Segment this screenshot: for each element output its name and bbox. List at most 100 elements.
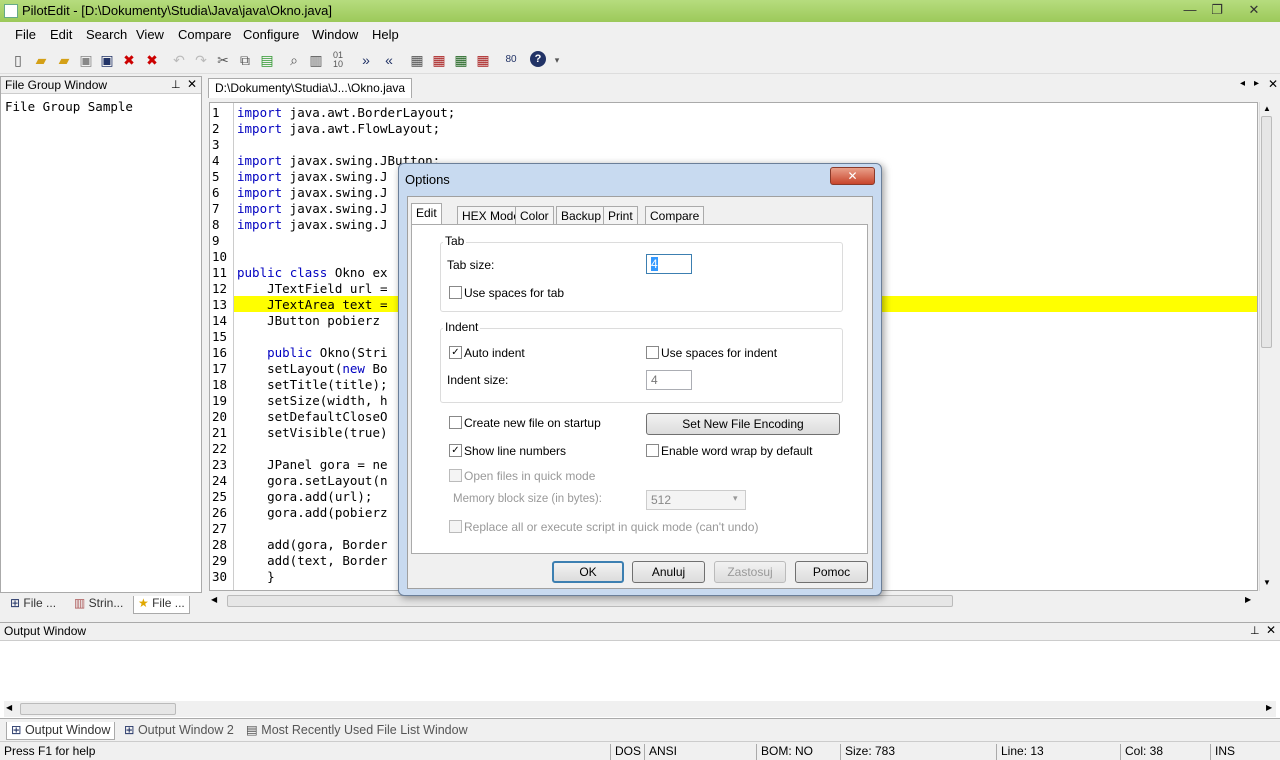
cut-icon[interactable]: ✂ (214, 51, 232, 69)
tab-size-input[interactable]: 4 (646, 254, 692, 274)
create-new-file-checkbox[interactable] (449, 416, 462, 429)
set-encoding-button[interactable]: Set New File Encoding (646, 413, 840, 435)
code-line: public class Okno ex (237, 265, 388, 280)
auto-indent-checkbox[interactable]: ✓ (449, 346, 462, 359)
indent-right-icon[interactable]: » (357, 51, 375, 69)
use-spaces-tab-checkbox[interactable] (449, 286, 462, 299)
output-scroll-thumb[interactable] (20, 703, 176, 715)
compare-next-icon[interactable]: ▦ (452, 51, 470, 69)
menu-edit[interactable]: Edit (50, 27, 72, 42)
undo-icon[interactable]: ↶ (170, 51, 188, 69)
show-line-numbers-label: Show line numbers (464, 444, 567, 458)
title-bar: PilotEdit - [D:\Dokumenty\Studia\Java\ja… (0, 0, 1280, 22)
minimize-button[interactable]: — (1176, 1, 1204, 19)
output-icon: ⊞ (11, 723, 25, 737)
tab-next-icon[interactable]: ▸ (1254, 78, 1259, 89)
tab-color[interactable]: Color (515, 206, 554, 224)
dialog-title: Options (405, 172, 450, 187)
tab-prev-icon[interactable]: ◂ (1240, 78, 1245, 89)
edit-tab-page: Tab Tab size: 4 Use spaces for tab Inden… (411, 224, 868, 554)
compare-stop-icon[interactable]: ▦ (474, 51, 492, 69)
close-file-icon[interactable]: ✖ (120, 51, 138, 69)
menu-configure[interactable]: Configure (243, 27, 299, 42)
editor-vertical-scrollbar[interactable]: ▲ ▼ (1259, 102, 1273, 591)
word-wrap-checkbox[interactable] (646, 444, 659, 457)
close-button[interactable]: ✕ (1240, 1, 1268, 19)
redo-icon[interactable]: ↷ (192, 51, 210, 69)
dialog-body: Edit HEX Mode Color Backup Print Compare… (407, 196, 873, 589)
apply-button[interactable]: Zastosuj (714, 561, 786, 583)
tab-file-group[interactable]: ⊞ File ... (6, 596, 60, 614)
copy-icon[interactable]: ⧉ (236, 51, 254, 69)
code-line: import javax.swing.J (237, 201, 388, 216)
menu-window[interactable]: Window (312, 27, 358, 42)
replace-icon[interactable]: ▥ (307, 51, 325, 69)
output-pin-icon[interactable]: ⊥ (1250, 624, 1260, 637)
list-icon: ▤ (246, 723, 262, 737)
maximize-button[interactable]: ❐ (1203, 1, 1231, 19)
menu-view[interactable]: View (136, 27, 164, 42)
quick-mode-checkbox[interactable] (449, 469, 462, 482)
menu-file[interactable]: File (15, 27, 36, 42)
tab-edit[interactable]: Edit (411, 203, 442, 225)
code-line: JTextArea text = (237, 297, 388, 312)
scroll-up-icon[interactable]: ▲ (1263, 104, 1271, 113)
indent-left-icon[interactable]: « (380, 51, 398, 69)
save-all-icon[interactable]: ▣ (98, 51, 116, 69)
scroll-left-icon[interactable]: ◀ (211, 595, 217, 604)
compare-icon[interactable]: ▦ (408, 51, 426, 69)
document-tab[interactable]: D:\Dokumenty\Studia\J...\Okno.java (208, 78, 413, 98)
vertical-scroll-thumb[interactable] (1261, 116, 1272, 348)
menu-compare[interactable]: Compare (178, 27, 231, 42)
line-number: 11 (212, 265, 228, 280)
scroll-right-icon[interactable]: ▶ (1245, 595, 1251, 604)
scroll-down-icon[interactable]: ▼ (1263, 578, 1271, 587)
tab-file-favorites[interactable]: ★ File ... (133, 596, 190, 614)
menu-help[interactable]: Help (372, 27, 399, 42)
code-line: JButton pobierz (237, 313, 388, 328)
code-line: import java.awt.FlowLayout; (237, 121, 441, 136)
line-number: 28 (212, 537, 228, 552)
tab-print[interactable]: Print (603, 206, 638, 224)
horizontal-scroll-thumb[interactable] (227, 595, 953, 607)
pin-icon[interactable]: ⊥ (171, 78, 181, 91)
use-spaces-indent-checkbox[interactable] (646, 346, 659, 359)
paste-icon[interactable]: ▤ (258, 51, 276, 69)
show-line-numbers-checkbox[interactable]: ✓ (449, 444, 462, 457)
ok-button[interactable]: OK (552, 561, 624, 583)
tab-compare[interactable]: Compare (645, 206, 705, 224)
memory-block-select[interactable]: 512 ▾ (646, 490, 746, 510)
code-line: gora.add(url); (237, 489, 373, 504)
menu-search[interactable]: Search (86, 27, 127, 42)
panel-close-icon[interactable]: ✕ (187, 77, 197, 91)
tab-close-icon[interactable]: ✕ (1268, 77, 1278, 91)
tab-output-window[interactable]: ⊞ Output Window (6, 722, 116, 740)
output-close-icon[interactable]: ✕ (1266, 623, 1276, 637)
new-file-icon[interactable]: ▯ (9, 51, 27, 69)
output-horizontal-scrollbar[interactable]: ◀ ▶ (4, 701, 1276, 717)
cancel-button[interactable]: Anuluj (632, 561, 705, 583)
tab-backup[interactable]: Backup (556, 206, 607, 224)
line-number: 21 (212, 425, 228, 440)
file-group-item[interactable]: File Group Sample (5, 99, 133, 114)
code-line: import javax.swing.J (237, 217, 388, 232)
toolbar-dropdown-icon[interactable]: ▾ (548, 51, 566, 69)
tab-mru-list[interactable]: ▤ Most Recently Used File List Window (242, 722, 472, 740)
indent-size-input[interactable]: 4 (646, 370, 692, 390)
output-scroll-left-icon[interactable]: ◀ (6, 703, 12, 712)
output-scroll-right-icon[interactable]: ▶ (1266, 703, 1272, 712)
close-all-icon[interactable]: ✖ (143, 51, 161, 69)
find-icon[interactable]: ⌕ (285, 51, 303, 69)
sort-icon[interactable]: 01 10 (329, 51, 347, 69)
open-folder-icon[interactable]: ▰ (55, 51, 73, 69)
save-icon[interactable]: ▣ (77, 51, 95, 69)
help-icon[interactable]: ? (530, 51, 546, 67)
tab-strings[interactable]: ▥ Strin... (70, 596, 127, 614)
open-file-icon[interactable]: ▰ (32, 51, 50, 69)
dialog-close-button[interactable]: ✕ (830, 167, 875, 185)
tab-output-window-2[interactable]: ⊞ Output Window 2 (120, 722, 238, 740)
help-button[interactable]: Pomoc (795, 561, 868, 583)
hex-mode-icon[interactable]: 80 (502, 51, 520, 69)
replace-all-checkbox[interactable] (449, 520, 462, 533)
compare-prev-icon[interactable]: ▦ (430, 51, 448, 69)
